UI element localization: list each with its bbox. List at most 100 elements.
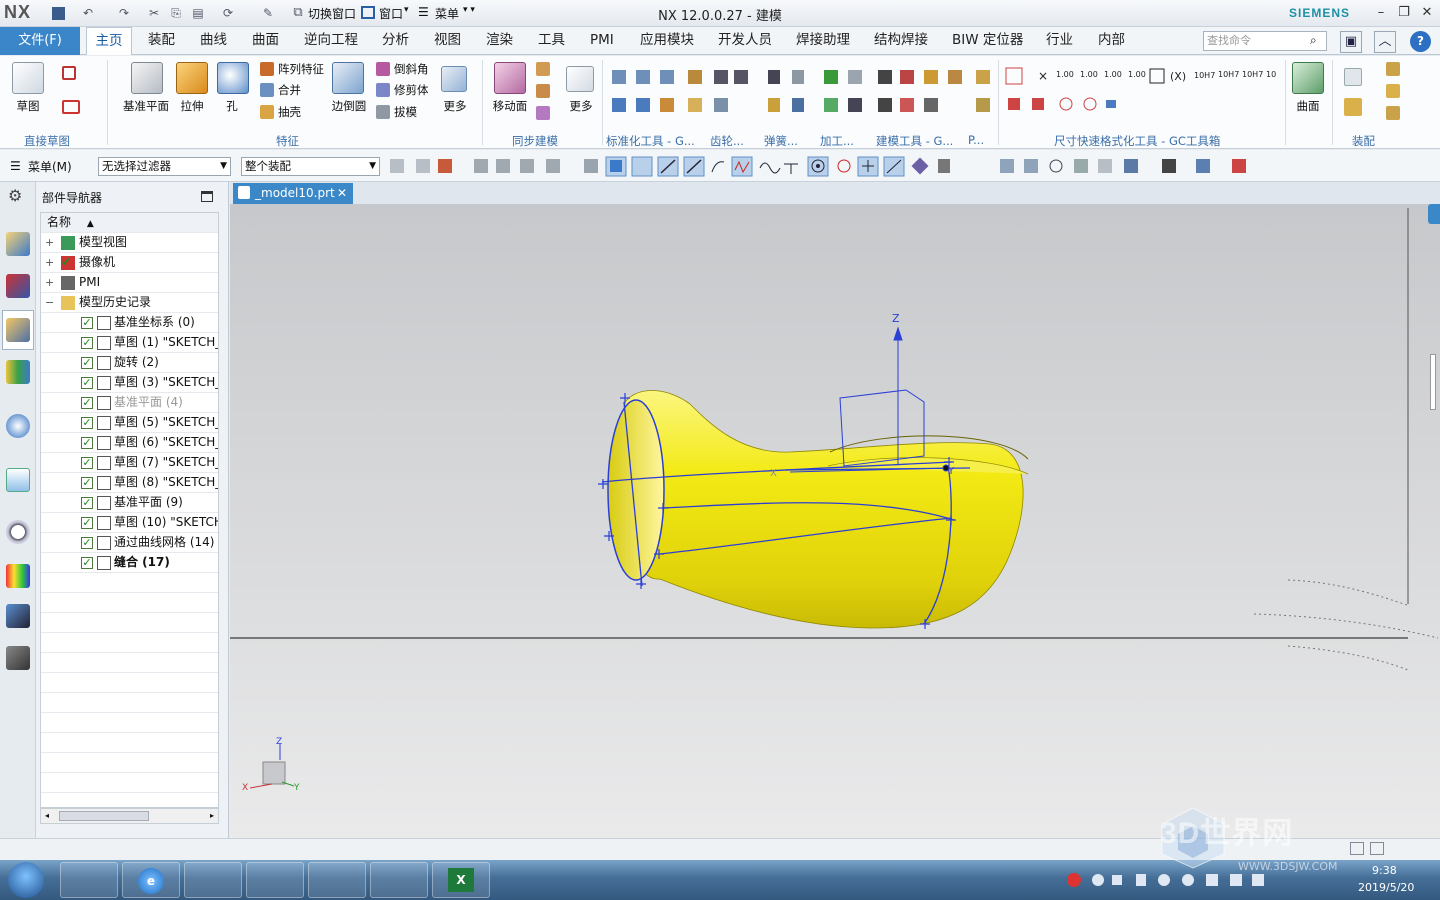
expand-icon[interactable]: + — [45, 253, 54, 272]
tree-item[interactable]: ✓ 基准平面 (9) — [41, 493, 218, 513]
trim-body-button[interactable]: 修剪体 — [394, 82, 429, 98]
help-icon[interactable]: ? — [1410, 31, 1431, 52]
sketch-button[interactable]: 草图 — [8, 98, 48, 114]
expand-icon[interactable]: + — [45, 233, 54, 252]
tab-home[interactable]: 主页 — [86, 27, 132, 55]
unite-button[interactable]: 合并 — [278, 82, 301, 98]
scroll-right-icon[interactable]: ▸ — [210, 811, 214, 820]
tab-analysis[interactable]: 分析 — [374, 27, 417, 55]
document-tab[interactable]: _model10.prt ✕ — [233, 183, 353, 204]
menu-icon[interactable]: ☰ — [10, 159, 21, 173]
selection-scope-select[interactable]: 整个装配 ▼ — [241, 157, 380, 176]
tab-application[interactable]: 应用模块 — [632, 27, 702, 55]
datum-plane-button[interactable]: 基准平面 — [118, 98, 174, 114]
hole-button[interactable]: 孔 — [216, 98, 248, 114]
status-icon[interactable] — [1370, 842, 1384, 855]
close-tab-icon[interactable]: ✕ — [337, 183, 347, 203]
tree-item[interactable]: ✓ 缝合 (17) — [41, 553, 218, 573]
tab-structure-weld[interactable]: 结构焊接 — [866, 27, 936, 55]
feature-checkbox[interactable]: ✓ — [81, 477, 93, 489]
more-sync-button[interactable]: 更多 — [564, 98, 598, 114]
collapse-icon[interactable]: − — [45, 293, 54, 312]
sync-tool-icon[interactable] — [536, 62, 550, 76]
more-features-button[interactable]: 更多 — [438, 98, 472, 114]
sync-tool-icon[interactable] — [536, 84, 550, 98]
graphics-window[interactable]: Z Y X Z X Y — [230, 204, 1440, 838]
tab-weld-assistant[interactable]: 焊接助理 — [788, 27, 858, 55]
search-icon[interactable]: ⌕ — [1310, 33, 1317, 48]
feature-checkbox[interactable]: ✓ — [81, 337, 93, 349]
clock-date[interactable]: 2019/5/20 — [1358, 881, 1414, 894]
datum-plane-icon[interactable] — [131, 62, 163, 94]
feature-checkbox[interactable]: ✓ — [81, 537, 93, 549]
taskbar-app-calculator[interactable] — [184, 862, 242, 898]
reuse-library-icon[interactable] — [6, 360, 30, 384]
add-component-icon[interactable] — [1344, 98, 1362, 116]
system-materials-icon[interactable] — [6, 646, 30, 670]
gc-toolbox-icons[interactable] — [610, 68, 1000, 120]
tree-item[interactable]: ✓ 旋转 (2) — [41, 353, 218, 373]
tree-item[interactable]: ✓ 草图 (6) "SKETCH_ — [41, 433, 218, 453]
tab-developer[interactable]: 开发人员 — [710, 27, 780, 55]
feature-checkbox[interactable]: ✓ — [81, 517, 93, 529]
tree-item[interactable]: + 模型视图 — [41, 233, 218, 253]
more-sync-icon[interactable] — [566, 66, 594, 92]
tab-internal[interactable]: 内部 — [1090, 27, 1133, 55]
taskbar-app-explorer[interactable] — [246, 862, 304, 898]
feature-checkbox[interactable]: ✓ — [81, 397, 93, 409]
tab-reverse-engineering[interactable]: 逆向工程 — [296, 27, 366, 55]
scroll-left-icon[interactable]: ◂ — [45, 811, 49, 820]
unite-icon[interactable] — [260, 83, 274, 97]
vertical-slider[interactable] — [1430, 354, 1436, 410]
feature-checkbox[interactable]: ✓ — [81, 357, 93, 369]
tab-industry[interactable]: 行业 — [1038, 27, 1081, 55]
tree-item[interactable]: ✓ 草图 (7) "SKETCH_ — [41, 453, 218, 473]
move-face-button[interactable]: 移动面 — [488, 98, 532, 114]
tab-assembly[interactable]: 装配 — [140, 27, 183, 55]
sync-tool-icon[interactable] — [536, 106, 550, 120]
surface-icon[interactable] — [1292, 62, 1324, 94]
feature-checkbox[interactable]: ✓ — [81, 497, 93, 509]
constraint-navigator-icon[interactable] — [6, 274, 30, 298]
edge-blend-button[interactable]: 边倒圆 — [326, 98, 372, 114]
tab-view[interactable]: 视图 — [426, 27, 469, 55]
scrollbar-thumb[interactable] — [59, 811, 149, 821]
draft-button[interactable]: 拔模 — [394, 104, 417, 120]
feature-checkbox[interactable]: ✓ — [81, 457, 93, 469]
sketch-icon[interactable] — [12, 62, 44, 94]
tab-surface[interactable]: 曲面 — [244, 27, 287, 55]
chamfer-icon[interactable] — [376, 62, 390, 76]
minimize-button[interactable]: – — [1370, 3, 1392, 23]
feature-checkbox[interactable]: ✓ — [81, 417, 93, 429]
view-tools[interactable] — [996, 156, 1276, 178]
assembly-tool-icon[interactable] — [1386, 84, 1400, 98]
type-filter-select[interactable]: 无选择过滤器 ▼ — [98, 157, 231, 176]
palette-icon[interactable] — [6, 564, 30, 588]
feature-checkbox[interactable]: ✓ — [81, 437, 93, 449]
tree-item[interactable]: ✓ 草图 (1) "SKETCH_ — [41, 333, 218, 353]
chamfer-button[interactable]: 倒斜角 — [394, 61, 429, 77]
assembly-tool-icon[interactable] — [1386, 106, 1400, 120]
collapse-ribbon-icon[interactable]: ︿ — [1374, 31, 1396, 53]
tree-item[interactable]: ✓ 草图 (5) "SKETCH_ — [41, 413, 218, 433]
tree-item[interactable]: ✓ 草图 (8) "SKETCH_ — [41, 473, 218, 493]
hd3d-tools-icon[interactable] — [6, 414, 30, 438]
role-icon[interactable] — [6, 604, 30, 628]
menu-button[interactable]: 菜单(M) — [28, 158, 72, 175]
shell-button[interactable]: 抽壳 — [278, 104, 301, 120]
tab-file[interactable]: 文件(F) — [0, 27, 80, 55]
more-features-icon[interactable] — [441, 66, 467, 92]
feature-checkbox[interactable]: ✓ — [81, 317, 93, 329]
pattern-feature-icon[interactable] — [260, 62, 274, 76]
move-face-icon[interactable] — [494, 62, 526, 94]
tree-item[interactable]: + PMI — [41, 273, 218, 293]
feature-checkbox[interactable]: ✓ — [81, 377, 93, 389]
pattern-feature-button[interactable]: 阵列特征 — [278, 61, 324, 77]
tab-pmi[interactable]: PMI — [582, 27, 622, 55]
extrude-icon[interactable] — [176, 62, 208, 94]
yellow-solid-body[interactable] — [607, 390, 1029, 629]
shell-icon[interactable] — [260, 105, 274, 119]
hole-icon[interactable] — [217, 62, 249, 94]
side-handle[interactable] — [1428, 204, 1440, 224]
start-button[interactable] — [8, 862, 44, 898]
